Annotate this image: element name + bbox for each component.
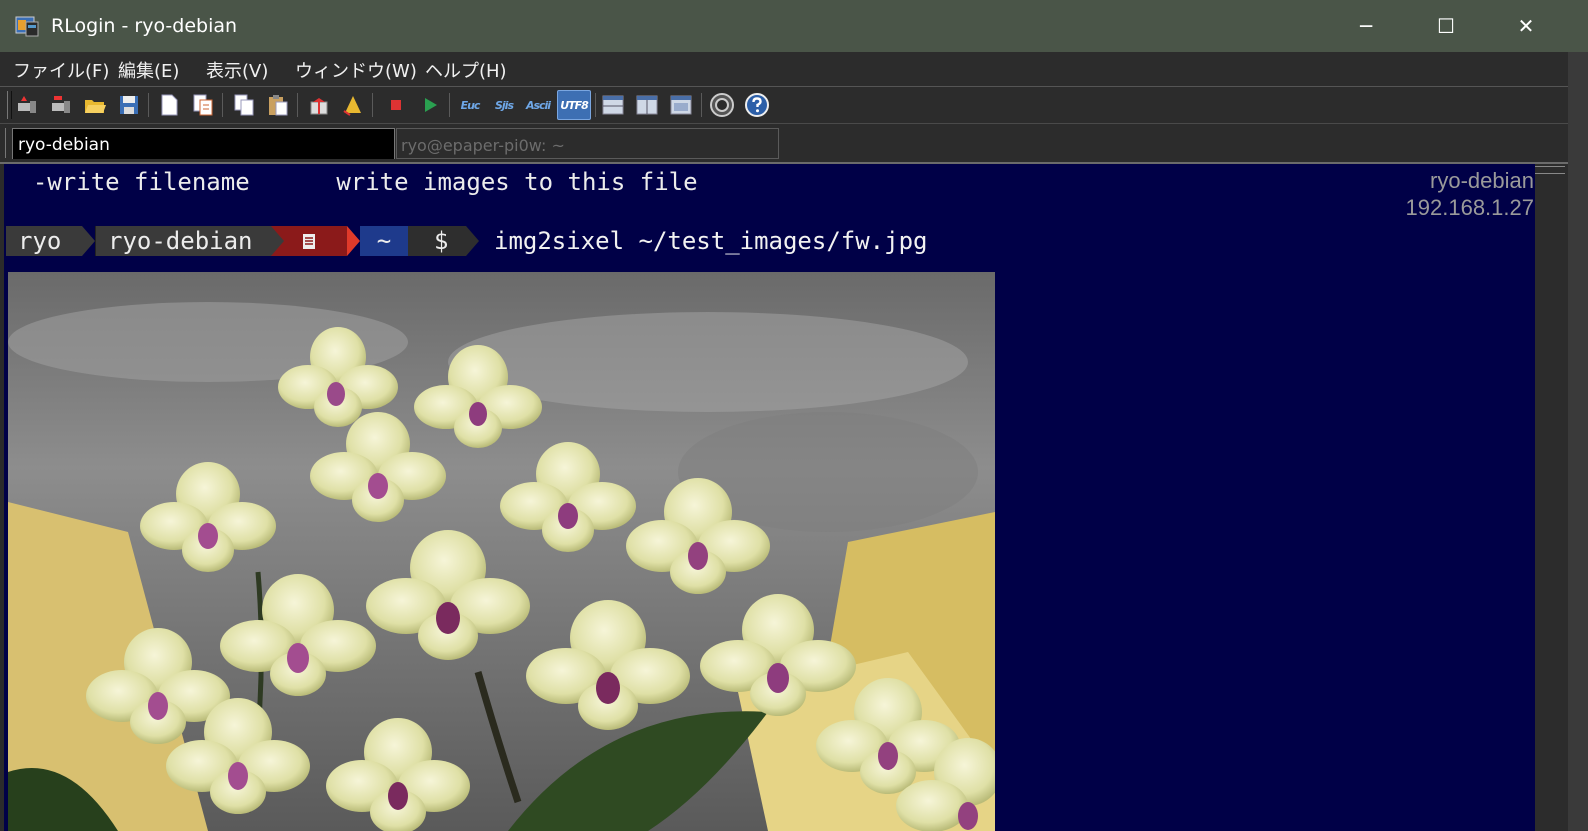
- macro-button[interactable]: [305, 90, 333, 120]
- euc-encoding-button[interactable]: Euc: [455, 90, 485, 120]
- window-right-edge: [1568, 52, 1588, 831]
- minimize-button[interactable]: ─: [1336, 0, 1396, 52]
- bell-icon: [343, 96, 361, 116]
- tab-bar-grip[interactable]: [5, 128, 8, 158]
- open-button[interactable]: [81, 90, 109, 120]
- prompt-user: ryo: [6, 226, 82, 256]
- settings-button[interactable]: [708, 90, 736, 120]
- window-icon: [670, 95, 692, 115]
- window-title: RLogin - ryo-debian: [51, 15, 238, 37]
- toolbar-separator: [297, 93, 298, 117]
- maximize-icon: ☐: [1437, 14, 1455, 38]
- toolbar: Euc Sjis Ascii UTF8: [0, 87, 1588, 124]
- paste-button[interactable]: [264, 90, 292, 120]
- minimize-icon: ─: [1359, 14, 1373, 38]
- menu-help[interactable]: ヘルプ(H): [425, 57, 507, 83]
- copy-button[interactable]: [230, 90, 258, 120]
- utf8-label: UTF8: [560, 98, 589, 112]
- terminal-command: img2sixel ~/test_images/fw.jpg: [494, 227, 928, 255]
- terminal-output-line: -write filename write images to this fil…: [4, 168, 698, 196]
- stop-button[interactable]: [382, 90, 410, 120]
- host-ip-label: 192.168.1.27: [1405, 195, 1534, 220]
- copy-icon: [234, 94, 254, 116]
- toolbar-grip[interactable]: [7, 91, 12, 119]
- tab-bar: ryo-debian ryo@epaper-pi0w: ~: [0, 124, 1588, 164]
- sixel-image-orchids: [8, 272, 995, 831]
- prompt-separator: [466, 226, 479, 256]
- toolbar-separator: [449, 93, 450, 117]
- sjis-label: Sjis: [494, 98, 514, 112]
- copy-document-button[interactable]: [189, 90, 217, 120]
- save-button[interactable]: [115, 90, 143, 120]
- prompt-separator: [82, 226, 95, 256]
- terminal-scrollbar[interactable]: [1535, 164, 1568, 831]
- close-button[interactable]: ✕: [1496, 0, 1556, 52]
- toolbar-separator: [595, 93, 596, 117]
- euc-label: Euc: [460, 98, 481, 112]
- split-vertical-button[interactable]: [633, 90, 661, 120]
- split-vertical-icon: [636, 95, 658, 115]
- split-window-button[interactable]: [667, 90, 695, 120]
- sjis-encoding-button[interactable]: Sjis: [489, 90, 519, 120]
- menu-window[interactable]: ウィンドウ(W): [295, 57, 417, 83]
- gift-icon: [310, 98, 328, 115]
- save-icon: [120, 96, 138, 114]
- connect-icon: [18, 96, 36, 113]
- prompt-host: ryo-debian: [95, 226, 271, 256]
- toolbar-separator: [222, 93, 223, 117]
- new-document-button[interactable]: [155, 90, 183, 120]
- gear-icon: [710, 93, 734, 117]
- tab-epaper-pi0w[interactable]: ryo@epaper-pi0w: ~: [396, 128, 779, 159]
- toolbar-separator: [701, 93, 702, 117]
- document-icon: [161, 94, 178, 116]
- menu-bar: ファイル(F) 編集(E) 表示(V) ウィンドウ(W) ヘルプ(H): [0, 52, 1588, 87]
- duplicate-icon: [193, 94, 213, 116]
- disconnect-button[interactable]: [47, 90, 75, 120]
- prompt-separator: [347, 226, 360, 256]
- toolbar-separator: [148, 93, 149, 117]
- split-horizontal-button[interactable]: [599, 90, 627, 120]
- stop-icon: [391, 100, 401, 110]
- host-info-overlay: ryo-debian 192.168.1.27: [1406, 167, 1534, 221]
- prompt-dir: ~: [360, 226, 408, 256]
- clipboard-icon: [271, 226, 315, 256]
- menu-edit[interactable]: 編集(E): [118, 57, 179, 83]
- utf8-encoding-button[interactable]: UTF8: [557, 90, 591, 120]
- prompt-symbol: $: [408, 226, 466, 256]
- scrollbar-thumb[interactable]: [1535, 166, 1565, 174]
- terminal-view[interactable]: -write filename write images to this fil…: [4, 164, 1535, 831]
- ascii-label: Ascii: [525, 98, 551, 112]
- split-horizontal-icon: [602, 95, 624, 115]
- help-button[interactable]: [743, 90, 771, 120]
- new-connection-button[interactable]: [13, 90, 41, 120]
- menu-view[interactable]: 表示(V): [206, 57, 268, 83]
- rlogin-app-icon[interactable]: [14, 13, 40, 39]
- ascii-encoding-button[interactable]: Ascii: [523, 90, 553, 120]
- tab-ryo-debian[interactable]: ryo-debian: [12, 128, 395, 159]
- toolbar-separator: [372, 93, 373, 117]
- close-icon: ✕: [1517, 14, 1535, 38]
- paste-icon: [269, 95, 288, 116]
- disconnect-icon: [52, 96, 70, 113]
- menu-file[interactable]: ファイル(F): [13, 57, 109, 83]
- title-bar[interactable]: RLogin - ryo-debian ─ ☐ ✕: [0, 0, 1588, 52]
- help-icon: [745, 93, 769, 117]
- maximize-button[interactable]: ☐: [1416, 0, 1476, 52]
- host-name-label: ryo-debian: [1430, 168, 1534, 193]
- prompt-git-segment: [271, 226, 347, 256]
- play-button[interactable]: [416, 90, 444, 120]
- folder-open-icon: [85, 100, 106, 113]
- alert-button[interactable]: [339, 90, 367, 120]
- play-icon: [425, 98, 437, 112]
